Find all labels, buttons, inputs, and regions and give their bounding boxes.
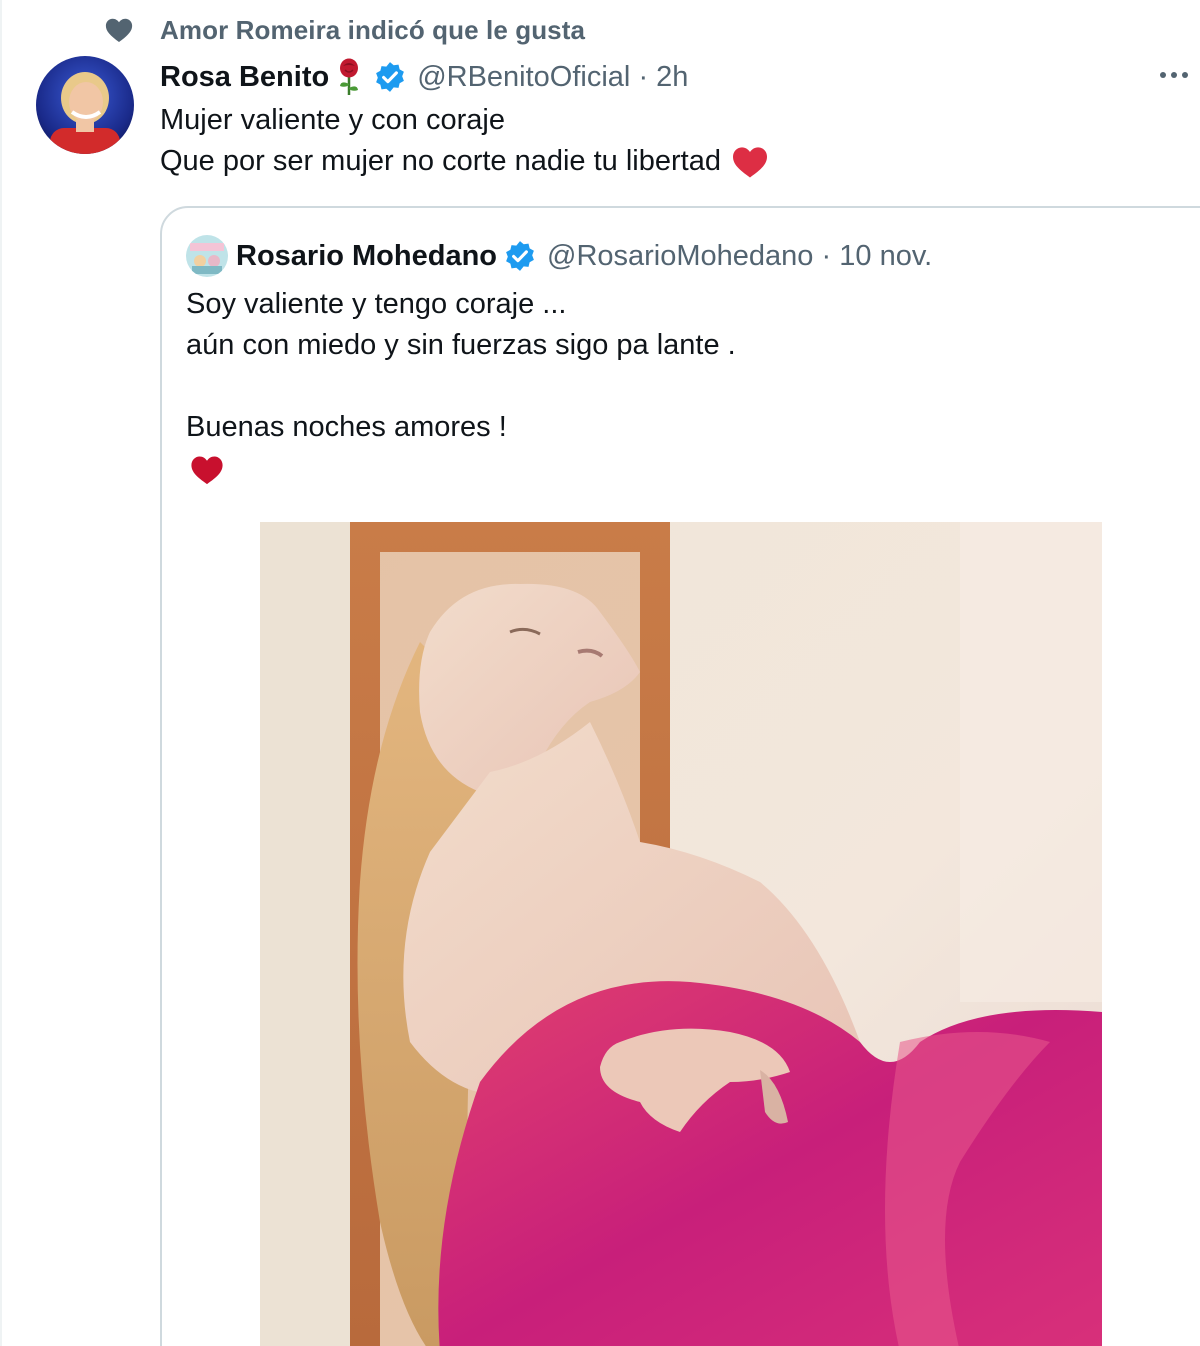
rose-emoji: [340, 58, 359, 95]
verified-badge-icon[interactable]: [373, 60, 407, 94]
avatar[interactable]: [36, 56, 134, 154]
tweet-header: Rosa Benito @RBenitoOficial · 2h: [160, 56, 688, 98]
quoted-text-line: Buenas noches amores !: [186, 411, 507, 443]
quoted-handle-and-time: @RosarioMohedano · 10 nov.: [547, 240, 932, 273]
tweet-text-line: Mujer valiente y con coraje: [160, 104, 505, 136]
more-icon-dot: [1171, 72, 1177, 78]
quoted-heart-line: [186, 448, 1186, 492]
quoted-avatar[interactable]: [186, 235, 228, 277]
red-heart-emoji: [732, 146, 767, 177]
tweet-text-line-2: Que por ser mujer no corte nadie tu libe…: [160, 141, 1160, 182]
quoted-display-name[interactable]: Rosario Mohedano: [236, 240, 497, 273]
quoted-timestamp: 10 nov.: [839, 239, 933, 272]
quoted-text-line: aún con miedo y sin fuerzas sigo pa lant…: [186, 329, 736, 361]
quoted-tweet-header: Rosario Mohedano @RosarioMohedano · 10 n…: [186, 234, 932, 278]
quoted-tweet-text: Soy valiente y tengo coraje ... aún con …: [186, 284, 1186, 492]
quoted-tweet-card[interactable]: Rosario Mohedano @RosarioMohedano · 10 n…: [160, 206, 1200, 1346]
red-heart-emoji: [191, 456, 223, 485]
quoted-text-line: Soy valiente y tengo coraje ...: [186, 288, 567, 320]
more-button[interactable]: [1160, 60, 1200, 90]
display-name[interactable]: Rosa Benito: [160, 61, 329, 94]
column-divider: [0, 0, 2, 1346]
handle-and-time[interactable]: @RBenitoOficial · 2h: [417, 61, 688, 94]
heart-icon: [105, 18, 133, 42]
social-context-text[interactable]: Amor Romeira indicó que le gusta: [160, 15, 585, 46]
handle[interactable]: @RBenitoOficial: [417, 61, 630, 93]
separator: ·: [821, 239, 832, 272]
more-icon-dot: [1182, 72, 1188, 78]
quoted-handle: @RosarioMohedano: [547, 239, 814, 272]
timestamp[interactable]: 2h: [656, 61, 688, 93]
separator: ·: [638, 60, 649, 93]
tweet-text-line: Que por ser mujer no corte nadie tu libe…: [160, 145, 721, 177]
social-context[interactable]: Amor Romeira indicó que le gusta: [104, 12, 585, 48]
quoted-tweet-photo[interactable]: [260, 522, 1102, 1346]
tweet-text: Mujer valiente y con coraje Que por ser …: [160, 100, 1160, 182]
verified-badge-icon[interactable]: [503, 239, 537, 273]
more-icon: [1160, 72, 1166, 78]
quoted-text-blank-line: [186, 366, 1186, 407]
timeline-page: Amor Romeira indicó que le gusta Rosa Be…: [0, 0, 1200, 1346]
